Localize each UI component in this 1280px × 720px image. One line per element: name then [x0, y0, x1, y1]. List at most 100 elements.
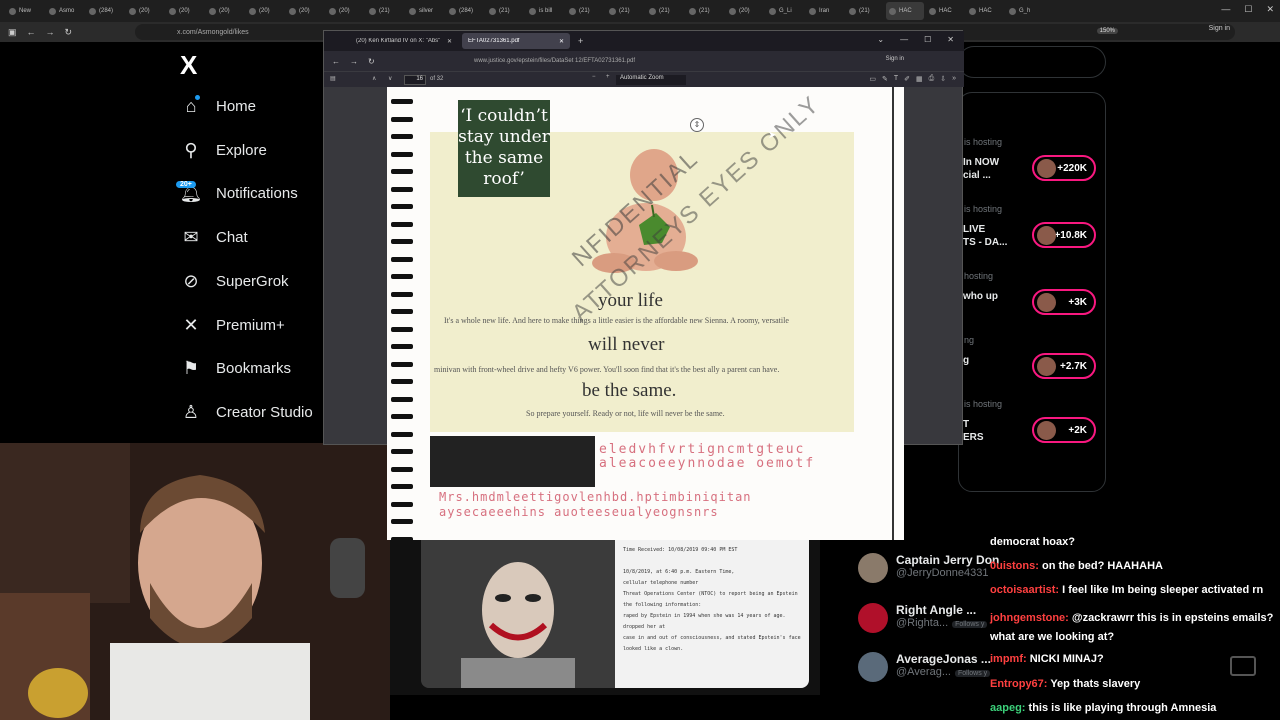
hosting-count-pill[interactable]: +2.7K [1032, 353, 1096, 379]
browser-tab[interactable]: (20) [326, 2, 364, 20]
hosting-count-pill[interactable]: +220K [1032, 155, 1096, 181]
forward-icon[interactable]: → [46, 27, 55, 37]
chat-text: this is like playing through Amnesia [1028, 702, 1217, 714]
browser-tab[interactable]: (20) [726, 2, 764, 20]
pdf-browser-tab[interactable]: EFTA02731361.pdf ✕ [462, 33, 570, 49]
reload-icon[interactable]: ↻ [65, 27, 73, 38]
hosting-count-pill[interactable]: +2K [1032, 417, 1096, 443]
message-icon[interactable] [1230, 656, 1256, 676]
maximize-icon[interactable]: ☐ [1244, 4, 1252, 15]
browser-tab[interactable]: (20) [246, 2, 284, 20]
zoom-select[interactable]: Automatic Zoom [616, 75, 686, 85]
new-tab-icon[interactable]: + [578, 36, 583, 46]
x-logo[interactable]: X [180, 50, 197, 81]
browser-tab[interactable]: (20) [166, 2, 204, 20]
chat-username[interactable]: octoisaartist: [990, 584, 1059, 596]
browser-tab[interactable]: (21) [366, 2, 404, 20]
browser-tab[interactable]: HAC [886, 2, 924, 20]
account-name: Captain Jerry Don [896, 553, 1000, 567]
suggested-account[interactable]: Right Angle ... @Righta... Follows y [858, 603, 988, 633]
sidebar-toggle-icon[interactable]: ▤ [330, 75, 336, 82]
reload-icon[interactable]: ↻ [368, 57, 375, 66]
spiral-ring [391, 116, 413, 122]
chat-username[interactable]: johngemstone: [990, 612, 1069, 624]
browser-tab[interactable]: Asmo [46, 2, 84, 20]
browser-tab[interactable]: (21) [566, 2, 604, 20]
browser-tab-label: (21) [619, 8, 630, 14]
browser-tab[interactable]: (284) [446, 2, 484, 20]
back-icon[interactable]: ← [332, 57, 340, 66]
sidebar-item-explore[interactable]: ⚲ Explore [180, 139, 266, 161]
hosting-count-pill[interactable]: +3K [1032, 289, 1096, 315]
sidebar-toggle-icon[interactable]: ▣ [8, 27, 17, 38]
sidebar-item-premium-[interactable]: ✕ Premium+ [180, 314, 284, 336]
browser-tab-strip: New Asmo (284) (20) (20) (20) (20) (20) (20) (21)… [0, 0, 1280, 22]
pdf-address-bar[interactable]: www.justice.gov/epstein/files/DataSet 12… [444, 54, 804, 68]
prev-page-icon[interactable]: ∧ [372, 75, 376, 82]
sidebar-item-supergrok[interactable]: ⊘ SuperGrok [180, 270, 288, 292]
close-icon[interactable]: ✕ [1266, 4, 1274, 15]
image-icon[interactable]: ▦ [916, 75, 923, 83]
chat-username[interactable]: Entropy67: [990, 678, 1047, 690]
scroll-handle-icon[interactable]: ⇕ [690, 118, 704, 132]
sidebar-item-home[interactable]: ⌂ Home [180, 95, 256, 117]
browser-tab[interactable]: G_Li [766, 2, 804, 20]
minimize-icon[interactable]: — [900, 35, 908, 44]
suggested-account[interactable]: AverageJonas ... @Averag... Follows y [858, 652, 991, 682]
more-icon[interactable]: » [952, 75, 956, 83]
browser-tab[interactable]: is bill [526, 2, 564, 20]
browser-tab[interactable]: (21) [686, 2, 724, 20]
highlight-icon[interactable]: ✎ [882, 75, 888, 83]
back-icon[interactable]: ← [27, 27, 36, 37]
browser-tab[interactable]: G_h [1006, 2, 1044, 20]
zoom-out-icon[interactable]: − [592, 74, 596, 80]
sidebar-item-creator-studio[interactable]: ♙ Creator Studio [180, 401, 313, 423]
print-icon[interactable]: ⎙ [929, 75, 935, 83]
browser-tab[interactable]: (20) [206, 2, 244, 20]
draw-icon[interactable]: ✐ [904, 75, 910, 83]
browser-tab[interactable]: HAC [926, 2, 964, 20]
browser-tab[interactable]: silver [406, 2, 444, 20]
minimize-icon[interactable]: — [1221, 4, 1230, 15]
close-icon[interactable]: ✕ [559, 38, 564, 45]
zoom-in-icon[interactable]: + [606, 74, 610, 80]
spiral-ring [391, 326, 413, 332]
chevron-down-icon[interactable]: ⌄ [877, 35, 884, 44]
browser-tab[interactable]: (21) [646, 2, 684, 20]
save-icon[interactable]: ⇩ [940, 75, 946, 83]
browser-tab[interactable]: (20) [286, 2, 324, 20]
browser-tab[interactable]: (284) [86, 2, 124, 20]
suggested-account[interactable]: Captain Jerry Don @JerryDonne4331 [858, 553, 999, 583]
favicon-icon [649, 7, 656, 15]
browser-tab[interactable]: (20) [126, 2, 164, 20]
browser-tab[interactable]: (21) [486, 2, 524, 20]
browser-tab[interactable]: HAC [966, 2, 1004, 20]
browser-tab[interactable]: New [6, 2, 44, 20]
headline-line-2: will never [588, 334, 665, 355]
sidebar-item-bookmarks[interactable]: ⚑ Bookmarks [180, 357, 291, 379]
page-number-input[interactable]: 16 [404, 75, 426, 85]
close-icon[interactable]: ✕ [447, 38, 452, 45]
chat-username[interactable]: impmf: [990, 653, 1027, 665]
zoom-badge[interactable]: 150% [1096, 28, 1118, 34]
chat-username[interactable]: aapeg: [990, 702, 1025, 714]
maximize-icon[interactable]: ☐ [924, 35, 931, 44]
search-box[interactable] [958, 46, 1106, 78]
pdf-sign-in-button[interactable]: Sign in [886, 56, 904, 62]
sidebar-item-chat[interactable]: ✉ Chat [180, 226, 247, 248]
browser-tab[interactable]: Iran [806, 2, 844, 20]
forward-icon[interactable]: → [350, 57, 358, 66]
comment-icon[interactable]: ▭ [869, 75, 876, 83]
text-icon[interactable]: T [894, 75, 898, 83]
hosting-title: g [963, 355, 970, 366]
next-page-icon[interactable]: ∨ [388, 75, 392, 82]
browser-tab[interactable]: (21) [846, 2, 884, 20]
hosting-count-pill[interactable]: +10.8K [1032, 222, 1096, 248]
sidebar-item-notifications[interactable]: 🔔︎ Notifications [180, 182, 298, 204]
chat-username[interactable]: 0uistons: [990, 560, 1039, 572]
pdf-browser-tab[interactable]: (20) Ken Kirtland IV on X: "Abs" ✕ [350, 33, 458, 49]
close-icon[interactable]: ✕ [947, 35, 954, 44]
sign-in-button[interactable]: Sign in [1209, 25, 1230, 32]
post-image[interactable] [421, 540, 615, 688]
browser-tab[interactable]: (21) [606, 2, 644, 20]
